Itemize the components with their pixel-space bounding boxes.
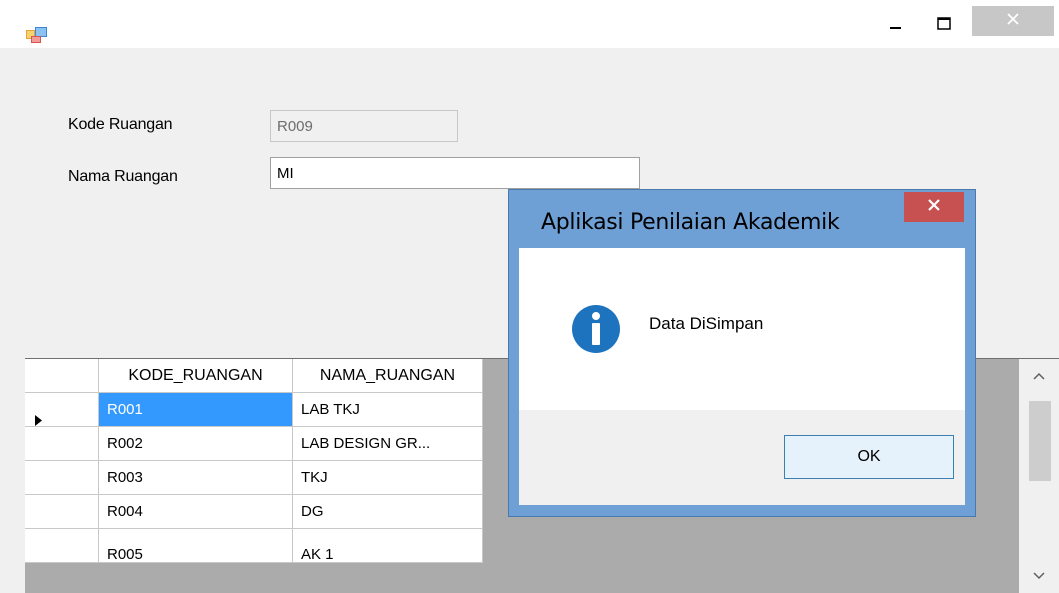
cell-nama[interactable]: LAB TKJ [293, 393, 483, 427]
dialog-message: Data DiSimpan [649, 314, 764, 333]
close-icon [928, 198, 940, 216]
close-icon [1006, 12, 1020, 31]
cell-kode[interactable]: R004 [99, 495, 293, 529]
title-bar [0, 0, 1059, 48]
minimize-button[interactable] [873, 12, 919, 40]
nama-ruangan-field[interactable] [270, 157, 640, 189]
vertical-scrollbar[interactable] [1019, 359, 1059, 593]
cell-nama[interactable]: AK 1 [293, 529, 483, 563]
cell-nama[interactable]: DG [293, 495, 483, 529]
scroll-up-button[interactable] [1019, 359, 1059, 393]
kode-ruangan-label: Kode Ruangan [68, 116, 173, 133]
column-header-kode[interactable]: KODE_RUANGAN [99, 359, 293, 393]
current-row-arrow-icon [35, 405, 43, 426]
cell-kode[interactable]: R003 [99, 461, 293, 495]
row-header[interactable] [25, 427, 99, 461]
dialog-title: Aplikasi Penilaian Akademik [541, 210, 840, 235]
maximize-icon [937, 16, 951, 36]
cell-nama[interactable]: LAB DESIGN GR... [293, 427, 483, 461]
maximize-button[interactable] [921, 12, 967, 40]
dialog-body: Data DiSimpan [519, 248, 965, 410]
ok-button[interactable]: OK [784, 435, 954, 479]
dialog-footer: OK [519, 410, 965, 505]
message-dialog: Aplikasi Penilaian Akademik Data DiSimpa… [508, 189, 976, 517]
row-header[interactable] [25, 393, 99, 427]
scroll-down-button[interactable] [1019, 559, 1059, 593]
column-header-nama[interactable]: NAMA_RUANGAN [293, 359, 483, 393]
main-window: Kode Ruangan Nama Ruangan KODE_RUANGAN N… [0, 0, 1059, 593]
row-header[interactable] [25, 529, 99, 563]
chevron-up-icon [1033, 367, 1045, 385]
row-header[interactable] [25, 495, 99, 529]
app-icon [26, 26, 48, 44]
chevron-down-icon [1033, 567, 1045, 585]
dialog-close-button[interactable] [904, 192, 964, 222]
minimize-icon [890, 17, 902, 35]
scroll-thumb[interactable] [1029, 401, 1051, 481]
cell-kode[interactable]: R001 [99, 393, 293, 427]
row-header-corner[interactable] [25, 359, 99, 393]
cell-kode[interactable]: R005 [99, 529, 293, 563]
cell-nama[interactable]: TKJ [293, 461, 483, 495]
close-button[interactable] [972, 6, 1054, 36]
cell-kode[interactable]: R002 [99, 427, 293, 461]
info-icon [571, 304, 621, 354]
row-header[interactable] [25, 461, 99, 495]
nama-ruangan-label: Nama Ruangan [68, 168, 178, 185]
kode-ruangan-field[interactable] [270, 110, 458, 142]
